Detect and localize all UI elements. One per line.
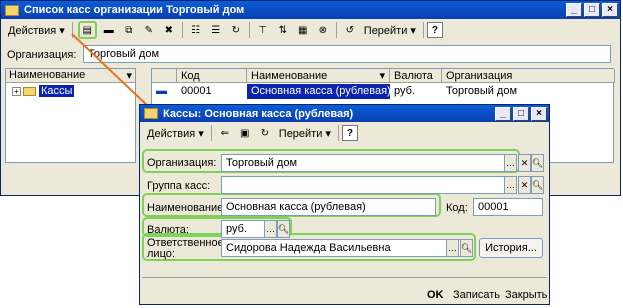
tree-item-kassy[interactable]: + Кассы bbox=[6, 83, 135, 99]
select-button[interactable]: … bbox=[504, 176, 517, 194]
maximize-button[interactable]: □ bbox=[584, 3, 600, 17]
maximize-button[interactable]: □ bbox=[513, 106, 529, 121]
expand-icon[interactable]: + bbox=[12, 86, 21, 96]
history-button[interactable]: История... bbox=[479, 238, 543, 258]
add-icon[interactable]: ▤ bbox=[77, 21, 97, 39]
filter-list-icon[interactable]: ▦ bbox=[295, 22, 311, 38]
save-button[interactable]: Записать bbox=[453, 289, 500, 301]
select-button[interactable]: … bbox=[264, 220, 277, 238]
refresh-icon[interactable]: ↻ bbox=[257, 125, 273, 141]
toolbar-separator bbox=[248, 22, 250, 38]
dialog-title-bar: Кассы: Основная касса (рублевая) _ □ × bbox=[140, 105, 549, 122]
dialog-toolbar: Действия ▾ ⇐ ▣ ↻ Перейти ▾ ? bbox=[140, 122, 549, 144]
currency-label: Валюта: bbox=[147, 224, 189, 236]
edit-icon[interactable]: ✎ bbox=[141, 22, 157, 38]
back-icon[interactable]: ⇐ bbox=[217, 125, 233, 141]
grid-header-currency[interactable]: Валюта bbox=[390, 69, 442, 83]
goto-menu[interactable]: Перейти ▾ bbox=[360, 24, 420, 37]
code-field[interactable]: 00001 bbox=[473, 198, 543, 216]
minimize-button[interactable]: _ bbox=[495, 106, 511, 121]
goto-label: Перейти bbox=[278, 127, 323, 140]
delete-icon[interactable]: ✖ bbox=[161, 22, 177, 38]
row-org: Торговый дом bbox=[446, 85, 518, 97]
row-currency: руб. bbox=[394, 85, 415, 97]
copy-icon[interactable]: ⧉ bbox=[121, 22, 137, 38]
main-title-bar: Список касс организации Торговый дом _ □… bbox=[1, 1, 620, 19]
grid-header-org[interactable]: Организация bbox=[442, 69, 615, 83]
clear-filter-icon[interactable]: ⊗ bbox=[315, 22, 331, 38]
main-toolbar: Действия ▾ ▤ ▬ ⧉ ✎ ✖ ☷ ☰ ↻ ⊤ ⇅ ▦ ⊗ ↺ Пер… bbox=[1, 19, 620, 41]
folder-icon bbox=[5, 4, 19, 16]
clear-button[interactable]: ✕ bbox=[518, 154, 531, 172]
group-field[interactable] bbox=[221, 176, 517, 194]
toolbar-separator bbox=[422, 22, 424, 38]
add-folder-icon[interactable]: ▬ bbox=[101, 22, 117, 38]
goto-label: Перейти bbox=[363, 24, 408, 37]
clear-button[interactable]: ✕ bbox=[518, 176, 531, 194]
open-button[interactable]: 🔍︎ bbox=[531, 154, 544, 172]
sort-arrow-icon: ▾ bbox=[379, 70, 385, 82]
help-button[interactable]: ? bbox=[426, 22, 443, 38]
save-icon[interactable]: ▣ bbox=[237, 125, 253, 141]
actions-menu[interactable]: Действия ▾ bbox=[143, 127, 208, 140]
hierarchy-icon[interactable]: ☷ bbox=[188, 22, 204, 38]
row-name: Основная касса (рублевая) bbox=[247, 84, 390, 99]
resp-field[interactable]: Сидорова Надежда Васильевна bbox=[221, 239, 473, 257]
tree-item-label: Кассы bbox=[39, 85, 75, 97]
actions-menu[interactable]: Действия ▾ bbox=[4, 24, 69, 37]
code-label: Код: bbox=[446, 202, 468, 214]
row-icon: ▬ bbox=[156, 85, 167, 97]
row-code: 00001 bbox=[181, 85, 212, 97]
grid-header-name-label: Наименование bbox=[251, 70, 328, 82]
select-button[interactable]: … bbox=[504, 154, 517, 172]
org-field[interactable]: Торговый дом bbox=[83, 45, 611, 63]
dialog-separator bbox=[142, 277, 547, 278]
cash-dialog: Кассы: Основная касса (рублевая) _ □ × Д… bbox=[139, 104, 550, 305]
toolbar-separator bbox=[335, 22, 337, 38]
dialog-org-label: Организация: bbox=[147, 157, 217, 169]
toolbar-separator bbox=[181, 22, 183, 38]
table-row[interactable]: ▬ 00001 Основная касса (рублевая) руб. Т… bbox=[152, 84, 613, 99]
open-button[interactable]: 🔍︎ bbox=[531, 176, 544, 194]
actions-label: Действия bbox=[8, 24, 57, 37]
sort-arrow-icon: ▾ bbox=[126, 70, 132, 82]
close-button[interactable]: × bbox=[531, 106, 547, 121]
dialog-org-field[interactable]: Торговый дом bbox=[221, 154, 517, 172]
folder-icon bbox=[144, 108, 158, 119]
tree-header[interactable]: Наименование ▾ bbox=[6, 69, 135, 83]
goto-icon: ↺ bbox=[345, 24, 354, 36]
open-button[interactable]: 🔍︎ bbox=[277, 220, 290, 238]
select-button[interactable]: … bbox=[446, 239, 459, 257]
resp-label-line2: лицо: bbox=[147, 248, 175, 260]
folder-icon bbox=[23, 86, 36, 96]
toolbar-separator bbox=[71, 22, 73, 38]
grid-header-code[interactable]: Код bbox=[177, 69, 247, 83]
close-dialog-button[interactable]: Закрыть bbox=[505, 289, 547, 301]
name-field[interactable]: Основная касса (рублевая) bbox=[221, 198, 436, 216]
main-window-title: Список касс организации Торговый дом bbox=[24, 4, 245, 16]
help-button[interactable]: ? bbox=[341, 125, 358, 141]
name-label: Наименование: bbox=[147, 202, 227, 214]
goto-menu[interactable]: Перейти ▾ bbox=[275, 127, 335, 140]
grid-header-icon-col bbox=[152, 69, 177, 83]
refresh-icon[interactable]: ↻ bbox=[228, 22, 244, 38]
sort-icon[interactable]: ⇅ bbox=[275, 22, 291, 38]
group-label: Группа касс: bbox=[147, 180, 211, 192]
tree-panel: Наименование ▾ + Кассы bbox=[5, 68, 136, 163]
grid-header-name[interactable]: Наименование ▾ bbox=[247, 69, 390, 83]
dialog-title: Кассы: Основная касса (рублевая) bbox=[163, 107, 354, 120]
open-button[interactable]: 🔍︎ bbox=[460, 239, 473, 257]
toolbar-separator bbox=[337, 125, 339, 141]
minimize-button[interactable]: _ bbox=[566, 3, 582, 17]
close-button[interactable]: × bbox=[602, 3, 618, 17]
tree-header-label: Наименование bbox=[9, 69, 86, 81]
toolbar-separator bbox=[210, 125, 212, 141]
actions-label: Действия bbox=[147, 127, 196, 140]
tree-icon[interactable]: ☰ bbox=[208, 22, 224, 38]
org-label: Организация: bbox=[7, 49, 77, 61]
filter-icon[interactable]: ⊤ bbox=[255, 22, 271, 38]
ok-button[interactable]: OK bbox=[427, 289, 444, 301]
